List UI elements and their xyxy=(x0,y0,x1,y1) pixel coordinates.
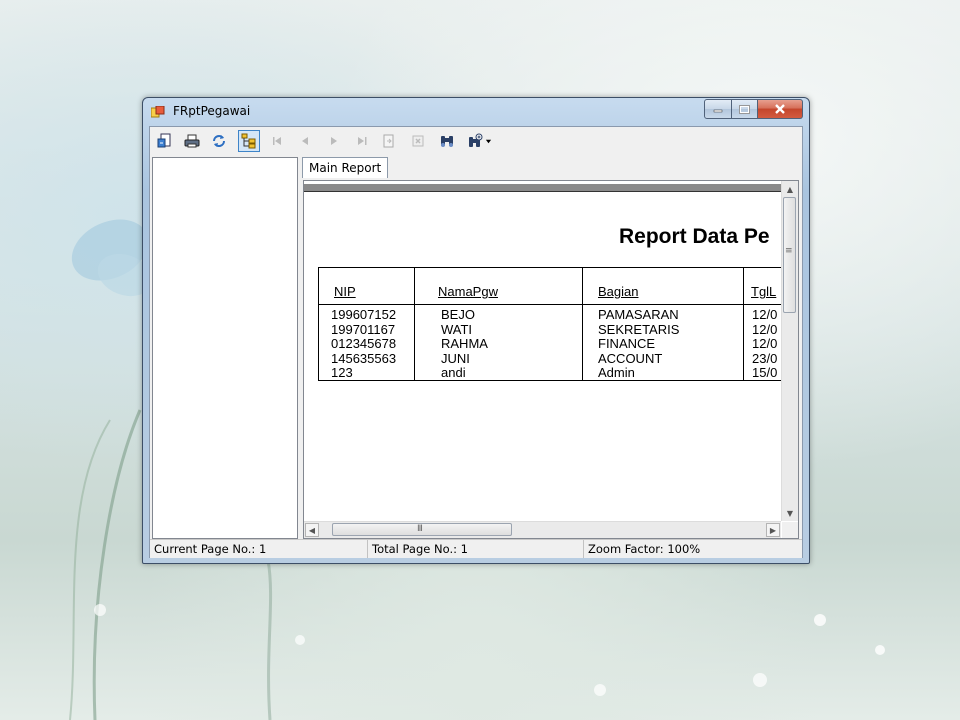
zoom-icon xyxy=(468,133,482,147)
next-page-button[interactable] xyxy=(323,130,345,152)
report-table: NIP NamaPgw Bagian TglL 199607152 BEJO P… xyxy=(318,267,781,381)
cell-tgl: 12/0 xyxy=(752,307,778,322)
maximize-icon xyxy=(739,104,750,114)
cell-bagian: ACCOUNT xyxy=(598,350,663,366)
header-nip: NIP xyxy=(334,284,356,299)
cell-nama: BEJO xyxy=(441,307,475,322)
group-tree-icon xyxy=(241,133,256,149)
cell-nip: 145635563 xyxy=(331,350,397,366)
status-bar: Current Page No.: 1 Total Page No.: 1 Zo… xyxy=(150,539,802,558)
status-current-page: Current Page No.: 1 xyxy=(150,540,368,558)
title-bar[interactable]: FRptPegawai xyxy=(143,98,809,126)
header-tgllahir: TglL xyxy=(751,284,777,299)
report-viewer[interactable]: Report Data Pe NIP NamaPgw Bagian TglL 1… xyxy=(303,180,799,539)
previous-page-icon xyxy=(302,137,308,145)
horizontal-scrollbar[interactable]: ◀ III ▶ xyxy=(304,521,781,538)
cell-tgl: 15/0 xyxy=(752,365,778,380)
stop-button[interactable] xyxy=(407,130,429,152)
first-page-icon xyxy=(273,137,281,145)
cell-tgl: 12/0 xyxy=(752,336,778,351)
scroll-left-button[interactable]: ◀ xyxy=(305,523,319,537)
cell-nama: WATI xyxy=(441,321,473,337)
print-report-button[interactable] xyxy=(181,130,203,152)
scroll-right-button[interactable]: ▶ xyxy=(766,523,780,537)
go-to-page-icon xyxy=(383,134,394,148)
page-header-bar xyxy=(304,184,781,192)
minimize-icon xyxy=(713,109,723,113)
scroll-corner xyxy=(782,522,798,538)
cell-bagian: SEKRETARIS xyxy=(598,321,680,337)
export-report-button[interactable] xyxy=(154,130,176,152)
report-window: FRptPegawai Main Report Report Data Pe N… xyxy=(142,97,810,564)
export-icon xyxy=(157,133,171,148)
header-divider xyxy=(319,304,781,305)
header-bagian: Bagian xyxy=(598,284,639,299)
header-namapgw: NamaPgw xyxy=(438,284,498,299)
find-text-button[interactable] xyxy=(436,130,458,152)
client-area: Main Report Report Data Pe NIP NamaPgw B… xyxy=(149,126,803,558)
refresh-button[interactable] xyxy=(208,130,230,152)
status-zoom-factor: Zoom Factor: 100% xyxy=(588,542,701,556)
cell-bagian: PAMASARAN xyxy=(598,307,679,322)
cell-bagian: Admin xyxy=(598,365,635,380)
tab-main-report[interactable]: Main Report xyxy=(302,157,389,178)
toggle-group-tree-button[interactable] xyxy=(238,130,260,152)
maximize-button[interactable] xyxy=(732,99,758,119)
print-icon xyxy=(184,134,200,148)
first-page-button[interactable] xyxy=(266,130,288,152)
stop-icon xyxy=(412,135,424,147)
chevron-down-icon xyxy=(485,139,491,143)
go-to-page-button[interactable] xyxy=(378,130,400,152)
cell-tgl: 12/0 xyxy=(752,321,778,337)
report-page: Report Data Pe NIP NamaPgw Bagian TglL 1… xyxy=(304,181,781,521)
last-page-icon xyxy=(358,137,367,145)
report-title: Report Data Pe xyxy=(619,225,770,248)
column-divider xyxy=(582,268,583,380)
cell-nip: 199607152 xyxy=(331,307,397,322)
close-button[interactable] xyxy=(758,99,803,119)
zoom-button[interactable] xyxy=(464,130,494,152)
horizontal-scroll-thumb[interactable]: III xyxy=(332,523,512,536)
next-page-icon xyxy=(331,137,337,145)
cell-bagian: FINANCE xyxy=(598,336,656,351)
cell-nama: andi xyxy=(441,365,466,380)
last-page-button[interactable] xyxy=(351,130,373,152)
binoculars-icon xyxy=(441,136,453,147)
vertical-scroll-thumb[interactable]: ≡ xyxy=(783,197,796,313)
report-toolbar xyxy=(150,127,802,155)
cell-nip: 199701167 xyxy=(331,321,396,337)
vertical-grip: ≡ xyxy=(785,246,793,256)
cell-nama: JUNI xyxy=(441,350,470,366)
cell-nip: 123 xyxy=(331,365,353,380)
horizontal-grip: III xyxy=(417,524,423,534)
cell-nip: 012345678 xyxy=(331,336,397,351)
vertical-scrollbar[interactable]: ▲ ≡ ▼ xyxy=(781,181,798,521)
column-divider xyxy=(743,268,744,380)
scroll-down-button[interactable]: ▼ xyxy=(783,506,797,520)
close-icon xyxy=(775,104,785,114)
minimize-button[interactable] xyxy=(704,99,732,119)
scroll-up-button[interactable]: ▲ xyxy=(783,182,797,196)
cell-nama: RAHMA xyxy=(441,336,488,351)
refresh-icon xyxy=(213,135,225,147)
group-tree-panel[interactable] xyxy=(152,157,298,539)
window-title: FRptPegawai xyxy=(173,104,251,118)
previous-page-button[interactable] xyxy=(294,130,316,152)
status-total-page: Total Page No.: 1 xyxy=(368,540,584,558)
column-divider xyxy=(414,268,415,380)
report-app-icon xyxy=(151,106,165,118)
cell-tgl: 23/0 xyxy=(752,350,778,366)
